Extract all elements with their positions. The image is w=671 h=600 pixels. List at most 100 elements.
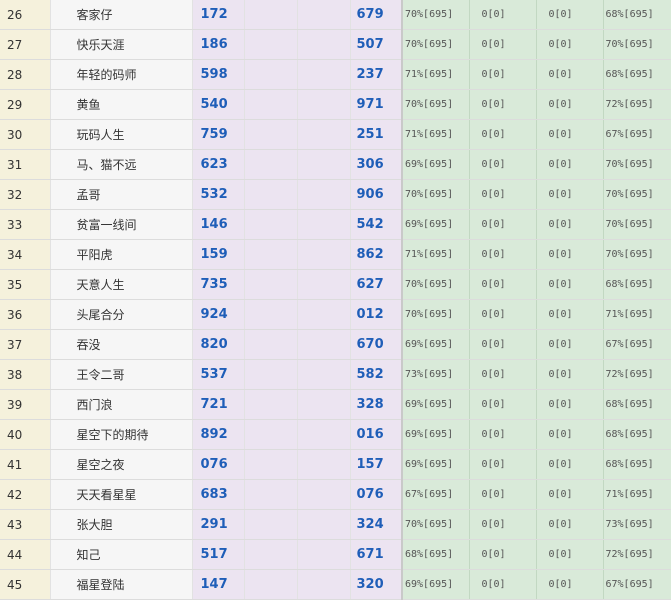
stat-zero-b: 0[0] (536, 119, 604, 150)
table-row: 39 西门浪 721 328 69%[695] 0[0] 0[0] 68%[69… (0, 389, 671, 420)
value-b: 328 (350, 389, 403, 420)
empty-cell (297, 29, 351, 60)
table-row: 43 张大胆 291 324 70%[695] 0[0] 0[0] 73%[69… (0, 509, 671, 540)
results-table: 26 客家仔 172 679 70%[695] 0[0] 0[0] 68%[69… (0, 0, 671, 600)
row-index: 29 (0, 89, 51, 120)
table-row: 36 头尾合分 924 012 70%[695] 0[0] 0[0] 71%[6… (0, 299, 671, 330)
value-a: 759 (192, 119, 245, 150)
user-name: 知己 (50, 539, 193, 570)
value-b: 012 (350, 299, 403, 330)
value-b: 507 (350, 29, 403, 60)
stat-rate-b: 71%[695] (603, 479, 671, 510)
stat-rate-a: 71%[695] (402, 119, 470, 150)
stat-zero-b: 0[0] (536, 269, 604, 300)
table-row: 33 贫富一线间 146 542 69%[695] 0[0] 0[0] 70%[… (0, 209, 671, 240)
stat-zero-a: 0[0] (469, 389, 537, 420)
row-index: 38 (0, 359, 51, 390)
value-b: 670 (350, 329, 403, 360)
empty-cell (244, 359, 298, 390)
user-name: 王令二哥 (50, 359, 193, 390)
stat-zero-a: 0[0] (469, 419, 537, 450)
table-row: 41 星空之夜 076 157 69%[695] 0[0] 0[0] 68%[6… (0, 449, 671, 480)
stat-zero-b: 0[0] (536, 479, 604, 510)
empty-cell (244, 0, 298, 30)
stat-zero-b: 0[0] (536, 509, 604, 540)
table-row: 34 平阳虎 159 862 71%[695] 0[0] 0[0] 70%[69… (0, 239, 671, 270)
value-b: 582 (350, 359, 403, 390)
row-index: 43 (0, 509, 51, 540)
user-name: 客家仔 (50, 0, 193, 30)
stat-zero-a: 0[0] (469, 119, 537, 150)
value-b: 542 (350, 209, 403, 240)
value-b: 251 (350, 119, 403, 150)
stat-rate-a: 70%[695] (402, 179, 470, 210)
stat-zero-a: 0[0] (469, 269, 537, 300)
stat-zero-b: 0[0] (536, 539, 604, 570)
stat-zero-b: 0[0] (536, 179, 604, 210)
table-row: 38 王令二哥 537 582 73%[695] 0[0] 0[0] 72%[6… (0, 359, 671, 390)
user-name: 年轻的码师 (50, 59, 193, 90)
value-a: 291 (192, 509, 245, 540)
empty-cell (244, 479, 298, 510)
stat-rate-a: 68%[695] (402, 539, 470, 570)
empty-cell (244, 509, 298, 540)
user-name: 头尾合分 (50, 299, 193, 330)
value-b: 906 (350, 179, 403, 210)
stat-zero-b: 0[0] (536, 239, 604, 270)
stat-rate-a: 70%[695] (402, 509, 470, 540)
value-b: 862 (350, 239, 403, 270)
stat-rate-a: 69%[695] (402, 329, 470, 360)
row-index: 36 (0, 299, 51, 330)
empty-cell (244, 569, 298, 600)
empty-cell (297, 359, 351, 390)
stat-rate-a: 69%[695] (402, 209, 470, 240)
value-a: 146 (192, 209, 245, 240)
user-name: 张大胆 (50, 509, 193, 540)
stat-rate-b: 67%[695] (603, 329, 671, 360)
user-name: 玩码人生 (50, 119, 193, 150)
table-row: 32 孟哥 532 906 70%[695] 0[0] 0[0] 70%[695… (0, 179, 671, 210)
stat-zero-a: 0[0] (469, 449, 537, 480)
stat-zero-a: 0[0] (469, 59, 537, 90)
empty-cell (244, 299, 298, 330)
value-b: 679 (350, 0, 403, 30)
stat-rate-a: 70%[695] (402, 0, 470, 30)
empty-cell (297, 119, 351, 150)
table-row: 44 知己 517 671 68%[695] 0[0] 0[0] 72%[695… (0, 539, 671, 570)
empty-cell (297, 179, 351, 210)
user-name: 贫富一线间 (50, 209, 193, 240)
stat-zero-a: 0[0] (469, 209, 537, 240)
stat-zero-b: 0[0] (536, 0, 604, 30)
stat-zero-a: 0[0] (469, 329, 537, 360)
row-index: 41 (0, 449, 51, 480)
table-row: 45 福星登陆 147 320 69%[695] 0[0] 0[0] 67%[6… (0, 569, 671, 600)
value-b: 971 (350, 89, 403, 120)
empty-cell (244, 269, 298, 300)
stat-rate-a: 71%[695] (402, 239, 470, 270)
value-a: 721 (192, 389, 245, 420)
stat-rate-a: 70%[695] (402, 89, 470, 120)
stat-zero-a: 0[0] (469, 29, 537, 60)
empty-cell (297, 59, 351, 90)
stat-rate-b: 70%[695] (603, 179, 671, 210)
user-name: 福星登陆 (50, 569, 193, 600)
table-row: 42 天天看星星 683 076 67%[695] 0[0] 0[0] 71%[… (0, 479, 671, 510)
empty-cell (244, 179, 298, 210)
value-a: 076 (192, 449, 245, 480)
empty-cell (297, 539, 351, 570)
stat-rate-b: 72%[695] (603, 359, 671, 390)
row-index: 28 (0, 59, 51, 90)
stat-zero-a: 0[0] (469, 509, 537, 540)
empty-cell (297, 89, 351, 120)
stat-rate-a: 69%[695] (402, 419, 470, 450)
empty-cell (244, 149, 298, 180)
stat-rate-b: 67%[695] (603, 569, 671, 600)
user-name: 孟哥 (50, 179, 193, 210)
user-name: 吞没 (50, 329, 193, 360)
stat-rate-b: 68%[695] (603, 269, 671, 300)
stat-rate-a: 70%[695] (402, 269, 470, 300)
stat-rate-a: 69%[695] (402, 149, 470, 180)
row-index: 31 (0, 149, 51, 180)
stat-zero-a: 0[0] (469, 569, 537, 600)
empty-cell (244, 89, 298, 120)
